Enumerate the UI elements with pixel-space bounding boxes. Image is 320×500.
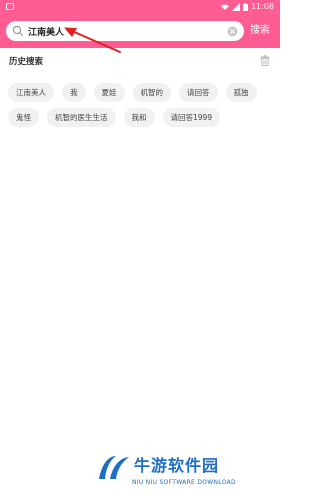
history-chip[interactable]: 机智的	[132, 83, 171, 102]
watermark: 牛游软件园 NIU NIU SOFTWARE DOWNLOAD	[96, 451, 276, 491]
history-chip[interactable]: 机智的医生生活	[47, 108, 116, 127]
search-header: 搜索	[0, 14, 280, 48]
watermark-logo-icon	[99, 456, 129, 479]
search-input[interactable]	[28, 23, 227, 39]
history-chip[interactable]: 夏娃	[93, 83, 125, 102]
status-bar: 11:08	[0, 0, 280, 14]
history-chip-list: 江南美人 我 夏娃 机智的 请回答 孤独 鬼怪 机智的医生生活 我和 请回答19…	[8, 83, 274, 127]
notification-icon	[6, 3, 14, 10]
history-chip[interactable]: 请回答	[179, 83, 218, 102]
watermark-title: 牛游软件园	[134, 456, 220, 475]
search-button[interactable]: 搜索	[250, 23, 270, 39]
wifi-icon	[220, 4, 229, 10]
clear-icon[interactable]	[227, 26, 238, 37]
history-chip[interactable]: 鬼怪	[8, 108, 39, 127]
history-chip[interactable]: 我	[62, 83, 86, 102]
trash-icon[interactable]	[260, 55, 270, 66]
status-time: 11:08	[250, 2, 274, 11]
watermark-subtitle: NIU NIU SOFTWARE DOWNLOAD	[132, 479, 236, 486]
battery-icon	[242, 3, 248, 11]
search-icon	[12, 25, 24, 37]
history-chip[interactable]: 我和	[123, 108, 155, 127]
history-title: 历史搜索	[9, 57, 44, 67]
red-arrow-annotation	[64, 27, 121, 53]
history-chip[interactable]: 江南美人	[8, 83, 54, 102]
signal-icon	[231, 3, 240, 11]
history-chip[interactable]: 请回答1999	[162, 108, 221, 127]
history-chip[interactable]: 孤独	[225, 83, 257, 102]
search-box[interactable]	[6, 21, 244, 41]
status-right: 11:08	[220, 1, 274, 13]
